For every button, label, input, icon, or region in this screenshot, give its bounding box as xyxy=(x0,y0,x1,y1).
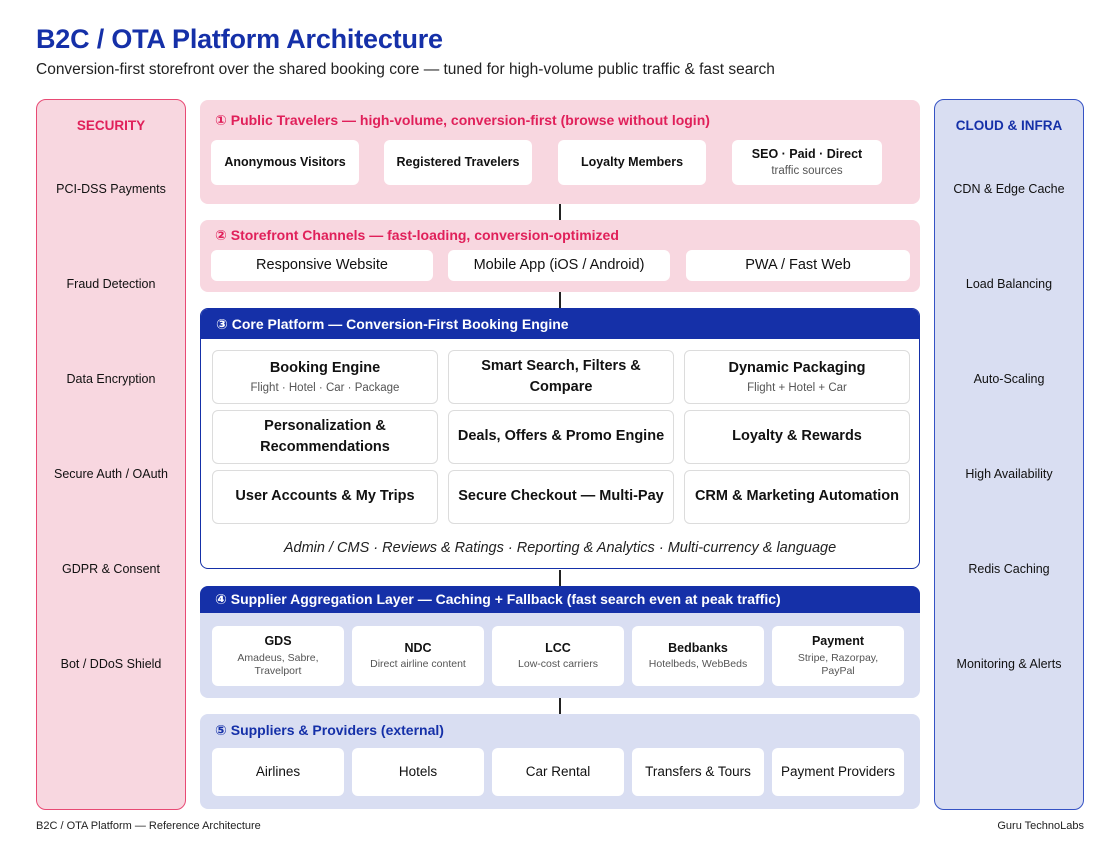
aggregator-card: LCC Low-cost carriers xyxy=(492,626,624,686)
card-sublabel: Stripe, Razorpay, PayPal xyxy=(797,651,879,677)
security-item: GDPR & Consent xyxy=(62,562,160,576)
security-item: Secure Auth / OAuth xyxy=(54,467,168,481)
card-sublabel: Direct airline content xyxy=(370,658,466,671)
card-sublabel: Flight + Hotel + Car xyxy=(747,382,847,395)
security-title: SECURITY xyxy=(76,118,146,133)
security-item: Data Encryption xyxy=(66,372,156,386)
card-label: Anonymous Visitors xyxy=(224,154,346,169)
core-module-card: Secure Checkout — Multi-Pay xyxy=(448,470,674,524)
card-sublabel: Low-cost carriers xyxy=(518,658,598,671)
layer-title: ③ Core Platform — Conversion-First Booki… xyxy=(216,316,569,332)
connector-line xyxy=(559,570,561,586)
card-label: Transfers & Tours xyxy=(645,763,751,779)
card-label: Airlines xyxy=(255,763,301,779)
card-label: NDC xyxy=(404,640,432,655)
connector-line xyxy=(559,292,561,308)
card-label: Hotels xyxy=(398,763,438,779)
core-module-card: Deals, Offers & Promo Engine xyxy=(448,410,674,464)
card-label: Loyalty Members xyxy=(580,154,684,169)
card-label: Mobile App (iOS / Android) xyxy=(473,257,645,274)
core-module-card: Dynamic Packaging Flight + Hotel + Car xyxy=(684,350,910,404)
traveler-card: SEO · Paid · Direct traffic sources xyxy=(732,140,882,185)
card-label: Deals, Offers & Promo Engine xyxy=(457,428,665,445)
traveler-card: Registered Travelers xyxy=(384,140,532,185)
infra-panel: CLOUD & INFRA CDN & Edge Cache Load Bala… xyxy=(934,99,1084,810)
core-module-card: CRM & Marketing Automation xyxy=(684,470,910,524)
infra-item: Load Balancing xyxy=(965,277,1053,291)
aggregator-card: Bedbanks Hotelbeds, WebBeds xyxy=(632,626,764,686)
card-label: Smart Search, Filters & Compare xyxy=(481,357,641,395)
card-label: Booking Engine xyxy=(269,360,381,377)
card-label: Responsive Website xyxy=(256,257,388,274)
card-sublabel: traffic sources xyxy=(771,165,843,178)
card-label: Car Rental xyxy=(525,763,591,779)
security-item: Fraud Detection xyxy=(66,277,156,291)
layer-storefront-channels: ② Storefront Channels — fast-loading, co… xyxy=(200,220,920,292)
core-module-card: Smart Search, Filters & Compare xyxy=(448,350,674,404)
channel-card: Mobile App (iOS / Android) xyxy=(448,250,670,281)
card-label: Secure Checkout — Multi-Pay xyxy=(458,488,664,505)
card-label: CRM & Marketing Automation xyxy=(694,488,900,505)
layer-core-platform: ③ Core Platform — Conversion-First Booki… xyxy=(200,308,920,569)
provider-card: Car Rental xyxy=(492,748,624,796)
layer-title: ④ Supplier Aggregation Layer — Caching +… xyxy=(215,591,781,607)
core-module-card: User Accounts & My Trips xyxy=(212,470,438,524)
security-panel: SECURITY PCI-DSS Payments Fraud Detectio… xyxy=(36,99,186,810)
layer-title: ① Public Travelers — high-volume, conver… xyxy=(215,112,710,128)
layer-title: ⑤ Suppliers & Providers (external) xyxy=(215,722,444,738)
infra-item: CDN & Edge Cache xyxy=(953,182,1065,196)
card-label: SEO · Paid · Direct xyxy=(751,146,863,161)
infra-item: High Availability xyxy=(965,467,1053,481)
core-module-card: Booking Engine Flight · Hotel · Car · Pa… xyxy=(212,350,438,404)
footer-caption: B2C / OTA Platform — Reference Architect… xyxy=(36,820,261,832)
core-footer-note: Admin / CMS · Reviews & Ratings · Report… xyxy=(283,540,837,556)
security-item: PCI-DSS Payments xyxy=(56,182,166,196)
layer-suppliers-providers: ⑤ Suppliers & Providers (external) Airli… xyxy=(200,714,920,809)
footer-brand: Guru TechnoLabs xyxy=(997,820,1084,832)
provider-card: Transfers & Tours xyxy=(632,748,764,796)
connector-line xyxy=(559,698,561,714)
security-item: Bot / DDoS Shield xyxy=(60,657,162,671)
card-label: User Accounts & My Trips xyxy=(235,488,415,505)
connector-line xyxy=(559,204,561,220)
card-sublabel: Hotelbeds, WebBeds xyxy=(648,658,748,671)
card-label: Bedbanks xyxy=(668,640,728,655)
page-subtitle: Conversion-first storefront over the sha… xyxy=(36,61,775,78)
layer-header: ③ Core Platform — Conversion-First Booki… xyxy=(201,309,919,339)
card-label: PWA / Fast Web xyxy=(745,257,851,274)
aggregator-card: Payment Stripe, Razorpay, PayPal xyxy=(772,626,904,686)
infra-title: CLOUD & INFRA xyxy=(955,118,1063,133)
traveler-card: Anonymous Visitors xyxy=(211,140,359,185)
card-label: Payment Providers xyxy=(780,763,896,779)
infra-item: Auto-Scaling xyxy=(973,372,1045,386)
provider-card: Payment Providers xyxy=(772,748,904,796)
card-label: Loyalty & Rewards xyxy=(732,428,862,445)
core-module-card: Personalization & Recommendations xyxy=(212,410,438,464)
infra-item: Monitoring & Alerts xyxy=(956,657,1062,671)
layer-title: ② Storefront Channels — fast-loading, co… xyxy=(215,227,619,243)
card-label: Registered Travelers xyxy=(396,154,520,169)
card-label: Personalization & Recommendations xyxy=(260,417,390,455)
page-title: B2C / OTA Platform Architecture xyxy=(36,24,443,54)
provider-card: Airlines xyxy=(212,748,344,796)
layer-public-travelers: ① Public Travelers — high-volume, conver… xyxy=(200,100,920,204)
card-sublabel: Flight · Hotel · Car · Package xyxy=(250,382,400,395)
aggregator-card: GDS Amadeus, Sabre, Travelport xyxy=(212,626,344,686)
card-label: GDS xyxy=(264,634,292,649)
card-label: LCC xyxy=(545,640,571,655)
channel-card: PWA / Fast Web xyxy=(686,250,910,281)
core-module-card: Loyalty & Rewards xyxy=(684,410,910,464)
provider-card: Hotels xyxy=(352,748,484,796)
aggregator-card: NDC Direct airline content xyxy=(352,626,484,686)
channel-card: Responsive Website xyxy=(211,250,433,281)
layer-header: ④ Supplier Aggregation Layer — Caching +… xyxy=(200,586,920,613)
card-sublabel: Amadeus, Sabre, Travelport xyxy=(237,651,319,677)
card-label: Dynamic Packaging xyxy=(728,360,866,377)
traveler-card: Loyalty Members xyxy=(558,140,706,185)
card-label: Payment xyxy=(811,634,865,649)
infra-item: Redis Caching xyxy=(968,562,1050,576)
